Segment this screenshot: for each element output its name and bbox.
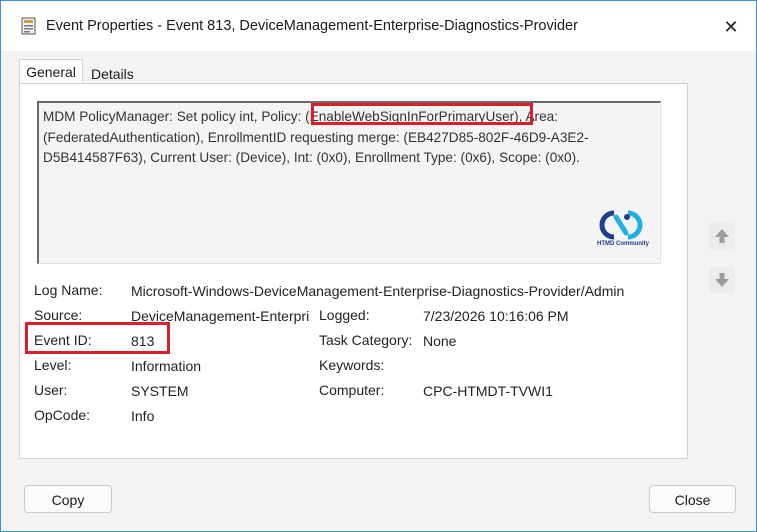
opcode-value: Info: [131, 408, 155, 424]
event-id-highlight-box: [25, 322, 170, 354]
event-viewer-icon: [21, 17, 37, 35]
user-value: SYSTEM: [131, 383, 189, 399]
task-category-label: Task Category:: [319, 332, 413, 348]
keywords-label: Keywords:: [319, 357, 385, 373]
arrow-down-icon[interactable]: [709, 267, 735, 293]
tab-general[interactable]: General: [19, 59, 83, 84]
window-title: Event Properties - Event 813, DeviceMana…: [46, 18, 578, 34]
computer-value: CPC-HTMDT-TVWI1: [423, 383, 553, 399]
logged-label: Logged:: [319, 307, 370, 323]
user-label: User:: [34, 382, 68, 398]
logged-value: 7/23/2026 10:16:06 PM: [423, 308, 569, 324]
event-properties-window: Event Properties - Event 813, DeviceMana…: [0, 0, 757, 532]
computer-label: Computer:: [319, 382, 385, 398]
copy-button[interactable]: Copy: [24, 485, 112, 513]
source-label: Source:: [34, 307, 83, 323]
title-bar: Event Properties - Event 813, DeviceMana…: [1, 1, 756, 51]
log-name-value: Microsoft-Windows-DeviceManagement-Enter…: [131, 283, 625, 299]
log-name-label: Log Name:: [34, 282, 103, 298]
level-value: Information: [131, 358, 202, 374]
task-category-value: None: [423, 333, 457, 349]
arrow-up-icon[interactable]: [709, 223, 735, 249]
event-message-box[interactable]: MDM PolicyManager: Set policy int, Polic…: [37, 101, 661, 264]
level-label: Level:: [34, 357, 72, 373]
close-button[interactable]: Close: [649, 485, 736, 513]
logo-caption: HTMD Community: [597, 241, 649, 247]
policy-highlight-box: [311, 103, 533, 125]
opcode-label: OpCode:: [34, 407, 91, 423]
close-icon[interactable]: ✕: [717, 13, 745, 41]
